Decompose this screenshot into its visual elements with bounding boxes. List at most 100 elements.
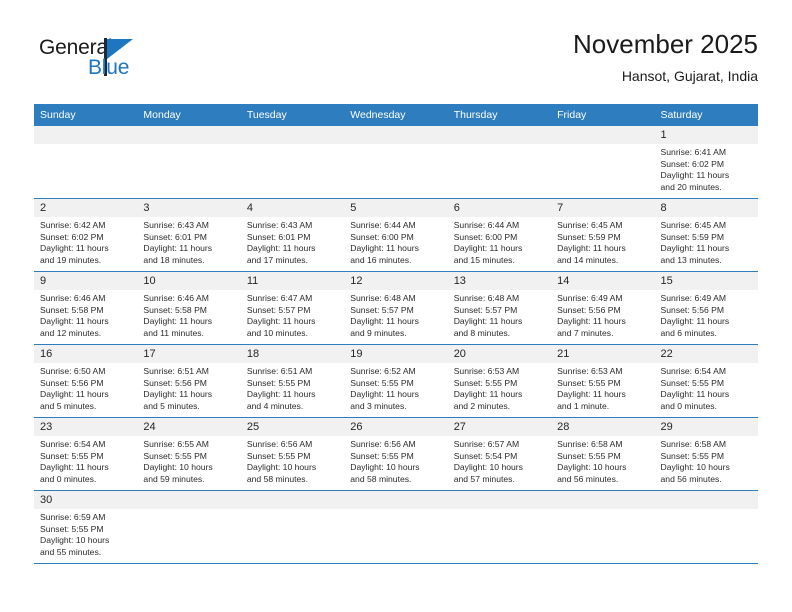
weekday-header-sunday: Sunday bbox=[34, 104, 138, 126]
day-detail-sunrise: Sunrise: 6:50 AM bbox=[40, 366, 106, 376]
calendar-day-cell[interactable]: 5 Sunrise: 6:44 AM Sunset: 6:00 PM Daylight… bbox=[344, 198, 448, 272]
calendar-cell-empty bbox=[240, 126, 345, 199]
day-number: 19 bbox=[344, 345, 448, 363]
calendar-day-cell[interactable]: 8 Sunrise: 6:45 AM Sunset: 5:59 PM Daylight… bbox=[654, 198, 758, 272]
day-detail-sunset: Sunset: 6:02 PM bbox=[40, 231, 104, 242]
day-detail-daylight-line2: and 6 minutes. bbox=[660, 327, 717, 338]
calendar-day-cell[interactable]: 27 Sunrise: 6:57 AM Sunset: 5:54 PM Dayligh… bbox=[447, 417, 552, 491]
day-detail-daylight-line2: and 14 minutes. bbox=[557, 254, 619, 265]
calendar-day-cell[interactable]: 4 Sunrise: 6:43 AM Sunset: 6:01 PM Daylight… bbox=[240, 198, 345, 272]
day-details: Sunrise: 6:55 AM Sunset: 5:55 PM Daylight:… bbox=[137, 436, 240, 485]
calendar-day-cell[interactable]: 16 Sunrise: 6:50 AM Sunset: 5:56 PM Dayligh… bbox=[34, 344, 138, 418]
logo-text-blue: Blue bbox=[88, 56, 130, 79]
day-details: Sunrise: 6:52 AM Sunset: 5:55 PM Daylight:… bbox=[344, 363, 447, 412]
day-detail-daylight-line1: Daylight: 11 hours bbox=[246, 316, 316, 327]
day-number: 27 bbox=[447, 418, 552, 436]
day-detail-daylight-line2: and 57 minutes. bbox=[453, 473, 515, 484]
calendar-day-cell[interactable]: 28 Sunrise: 6:58 AM Sunset: 5:55 PM Dayligh… bbox=[551, 417, 655, 491]
day-number: 18 bbox=[240, 345, 345, 363]
day-detail-sunrise: Sunrise: 6:51 AM bbox=[143, 366, 209, 376]
day-detail-sunrise: Sunrise: 6:45 AM bbox=[557, 220, 623, 230]
calendar-day-cell[interactable]: 25 Sunrise: 6:56 AM Sunset: 5:55 PM Dayligh… bbox=[240, 417, 345, 491]
calendar-day-cell[interactable]: 26 Sunrise: 6:56 AM Sunset: 5:55 PM Dayligh… bbox=[344, 417, 448, 491]
calendar-day-cell[interactable]: 23 Sunrise: 6:54 AM Sunset: 5:55 PM Dayligh… bbox=[34, 417, 138, 491]
calendar-day-cell[interactable]: 19 Sunrise: 6:52 AM Sunset: 5:55 PM Dayligh… bbox=[344, 344, 448, 418]
day-detail-daylight-line1: Daylight: 11 hours bbox=[557, 243, 626, 254]
day-details: Sunrise: 6:47 AM Sunset: 5:57 PM Daylight:… bbox=[241, 290, 344, 339]
day-detail-sunset: Sunset: 6:00 PM bbox=[453, 231, 518, 242]
day-details: Sunrise: 6:43 AM Sunset: 6:01 PM Daylight:… bbox=[137, 217, 240, 266]
calendar-day-cell[interactable]: 1 Sunrise: 6:41 AM Sunset: 6:02 PM Daylight… bbox=[654, 126, 758, 199]
calendar-day-cell[interactable]: 7 Sunrise: 6:45 AM Sunset: 5:59 PM Daylight… bbox=[551, 198, 655, 272]
day-details: Sunrise: 6:46 AM Sunset: 5:58 PM Daylight:… bbox=[34, 290, 137, 339]
day-number: 25 bbox=[240, 418, 345, 436]
day-detail-daylight-line2: and 12 minutes. bbox=[40, 327, 102, 338]
calendar-day-cell[interactable]: 14 Sunrise: 6:49 AM Sunset: 5:56 PM Dayligh… bbox=[551, 271, 655, 345]
day-number: 10 bbox=[137, 272, 241, 290]
day-detail-daylight-line2: and 20 minutes. bbox=[660, 181, 722, 192]
day-number bbox=[551, 126, 655, 144]
day-details: Sunrise: 6:58 AM Sunset: 5:55 PM Daylight:… bbox=[655, 436, 758, 485]
day-detail-daylight-line2: and 5 minutes. bbox=[40, 400, 97, 411]
calendar-day-cell[interactable]: 3 Sunrise: 6:43 AM Sunset: 6:01 PM Daylight… bbox=[137, 198, 241, 272]
calendar-day-cell[interactable]: 29 Sunrise: 6:58 AM Sunset: 5:55 PM Dayligh… bbox=[654, 417, 758, 491]
day-details: Sunrise: 6:54 AM Sunset: 5:55 PM Daylight:… bbox=[655, 363, 758, 412]
day-number: 1 bbox=[654, 126, 758, 144]
day-detail-daylight-line2: and 3 minutes. bbox=[350, 400, 407, 411]
day-number bbox=[137, 126, 241, 144]
day-details: Sunrise: 6:51 AM Sunset: 5:56 PM Daylight:… bbox=[137, 363, 240, 412]
calendar-cell-empty bbox=[344, 490, 448, 563]
calendar-day-cell[interactable]: 13 Sunrise: 6:48 AM Sunset: 5:57 PM Dayligh… bbox=[447, 271, 552, 345]
weekday-header-tuesday: Tuesday bbox=[240, 104, 345, 126]
calendar-day-cell[interactable]: 30 Sunrise: 6:59 AM Sunset: 5:55 PM Dayligh… bbox=[34, 490, 138, 563]
calendar-header-row: Sunday Monday Tuesday Wednesday Thursday… bbox=[34, 104, 758, 126]
calendar-day-cell[interactable]: 10 Sunrise: 6:46 AM Sunset: 5:58 PM Dayligh… bbox=[137, 271, 241, 345]
general-blue-logo[interactable]: General Blue bbox=[34, 36, 234, 92]
calendar-day-cell[interactable]: 12 Sunrise: 6:48 AM Sunset: 5:57 PM Dayligh… bbox=[344, 271, 448, 345]
day-number: 24 bbox=[137, 418, 241, 436]
page-title: November 2025 bbox=[573, 29, 758, 59]
calendar-day-cell[interactable]: 17 Sunrise: 6:51 AM Sunset: 5:56 PM Dayligh… bbox=[137, 344, 241, 418]
calendar-week-row: 30 Sunrise: 6:59 AM Sunset: 5:55 PM Dayligh… bbox=[34, 490, 758, 563]
day-details: Sunrise: 6:48 AM Sunset: 5:57 PM Daylight:… bbox=[344, 290, 447, 339]
day-detail-daylight-line1: Daylight: 11 hours bbox=[350, 389, 419, 400]
calendar-day-cell[interactable]: 2 Sunrise: 6:42 AM Sunset: 6:02 PM Daylight… bbox=[34, 198, 138, 272]
calendar-day-cell[interactable]: 9 Sunrise: 6:46 AM Sunset: 5:58 PM Daylight… bbox=[34, 271, 138, 345]
title-block: November 2025 Hansot, Gujarat, India bbox=[573, 28, 758, 86]
day-detail-sunset: Sunset: 5:55 PM bbox=[350, 450, 414, 461]
day-details: Sunrise: 6:42 AM Sunset: 6:02 PM Daylight:… bbox=[34, 217, 137, 266]
calendar-day-cell[interactable]: 18 Sunrise: 6:51 AM Sunset: 5:55 PM Dayligh… bbox=[240, 344, 345, 418]
calendar-day-cell[interactable]: 6 Sunrise: 6:44 AM Sunset: 6:00 PM Daylight… bbox=[447, 198, 552, 272]
day-detail-sunrise: Sunrise: 6:43 AM bbox=[143, 220, 209, 230]
day-detail-sunset: Sunset: 5:56 PM bbox=[40, 377, 104, 388]
day-detail-sunrise: Sunrise: 6:58 AM bbox=[557, 439, 623, 449]
calendar-cell-empty bbox=[137, 490, 241, 563]
calendar-day-cell[interactable]: 15 Sunrise: 6:49 AM Sunset: 5:56 PM Dayligh… bbox=[654, 271, 758, 345]
day-detail-daylight-line2: and 56 minutes. bbox=[660, 473, 722, 484]
calendar-day-cell[interactable]: 11 Sunrise: 6:47 AM Sunset: 5:57 PM Dayligh… bbox=[240, 271, 345, 345]
day-details: Sunrise: 6:51 AM Sunset: 5:55 PM Daylight:… bbox=[241, 363, 344, 412]
day-number: 13 bbox=[447, 272, 552, 290]
day-detail-sunset: Sunset: 5:56 PM bbox=[143, 377, 207, 388]
day-detail-daylight-line1: Daylight: 10 hours bbox=[246, 462, 317, 473]
calendar-week-row: 23 Sunrise: 6:54 AM Sunset: 5:55 PM Dayligh… bbox=[34, 417, 758, 491]
day-detail-daylight-line2: and 58 minutes. bbox=[246, 473, 308, 484]
calendar-day-cell[interactable]: 20 Sunrise: 6:53 AM Sunset: 5:55 PM Dayligh… bbox=[447, 344, 552, 418]
day-details: Sunrise: 6:56 AM Sunset: 5:55 PM Daylight:… bbox=[241, 436, 344, 485]
calendar-week-row: 2 Sunrise: 6:42 AM Sunset: 6:02 PM Daylight… bbox=[34, 198, 758, 272]
day-detail-daylight-line1: Daylight: 11 hours bbox=[557, 389, 626, 400]
day-number: 12 bbox=[344, 272, 448, 290]
day-detail-sunset: Sunset: 5:55 PM bbox=[143, 450, 207, 461]
day-detail-daylight-line1: Daylight: 10 hours bbox=[660, 462, 730, 473]
day-detail-sunrise: Sunrise: 6:55 AM bbox=[143, 439, 209, 449]
day-detail-daylight-line2: and 13 minutes. bbox=[660, 254, 722, 265]
day-details: Sunrise: 6:45 AM Sunset: 5:59 PM Daylight:… bbox=[655, 217, 758, 266]
day-detail-daylight-line1: Daylight: 10 hours bbox=[453, 462, 523, 473]
day-number: 17 bbox=[137, 345, 241, 363]
calendar-day-cell[interactable]: 21 Sunrise: 6:53 AM Sunset: 5:55 PM Dayligh… bbox=[551, 344, 655, 418]
day-detail-sunset: Sunset: 5:58 PM bbox=[143, 304, 207, 315]
calendar-day-cell[interactable]: 24 Sunrise: 6:55 AM Sunset: 5:55 PM Dayligh… bbox=[137, 417, 241, 491]
day-detail-daylight-line1: Daylight: 11 hours bbox=[40, 462, 109, 473]
calendar-day-cell[interactable]: 22 Sunrise: 6:54 AM Sunset: 5:55 PM Dayligh… bbox=[654, 344, 758, 418]
day-details: Sunrise: 6:56 AM Sunset: 5:55 PM Daylight:… bbox=[344, 436, 447, 485]
